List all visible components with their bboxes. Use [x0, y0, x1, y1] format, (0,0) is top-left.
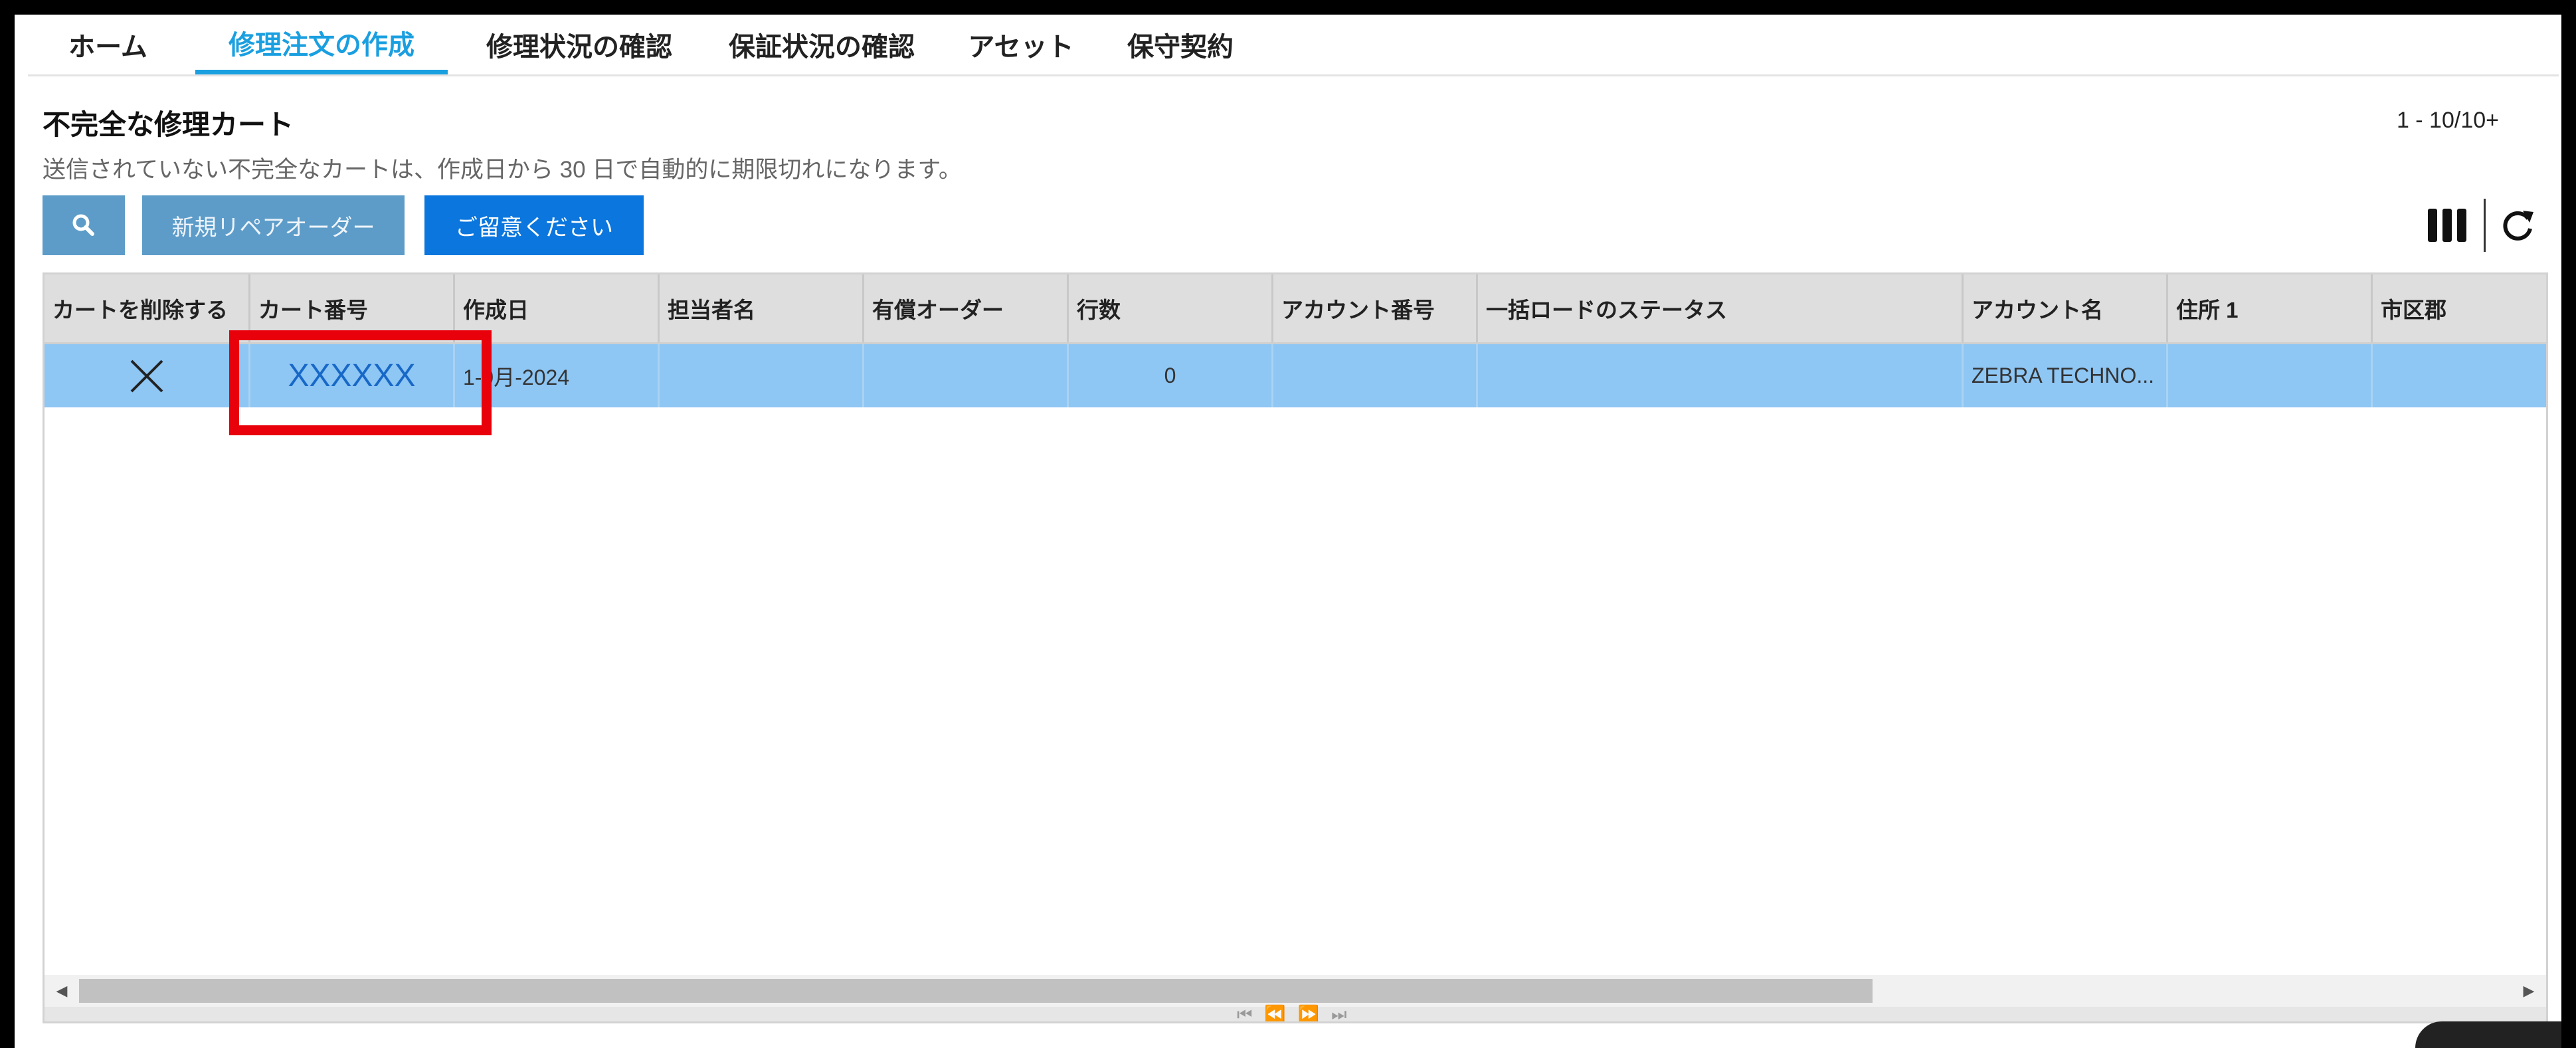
delete-cart-button[interactable]: [45, 344, 250, 407]
paging-info: 1 - 10/10+: [2396, 108, 2499, 133]
cart-number-cell: XXXXXX: [250, 344, 455, 407]
contact-name-cell: [660, 344, 864, 407]
col-city[interactable]: 市区郡: [2373, 274, 2546, 342]
pager-bar: ⏮⏪⏩⏭: [45, 1005, 2546, 1021]
corner-decoration: [2415, 1021, 2561, 1048]
col-created-date[interactable]: 作成日: [455, 274, 660, 342]
tab-assets[interactable]: アセット: [955, 15, 1087, 74]
close-icon: [130, 360, 163, 392]
tab-create-repair-order[interactable]: 修理注文の作成: [195, 15, 448, 74]
app-frame: ホーム 修理注文の作成 修理状況の確認 保証状況の確認 アセット 保守契約 不完…: [15, 15, 2561, 1048]
col-account-number[interactable]: アカウント番号: [1273, 274, 1478, 342]
col-delete-cart[interactable]: カートを削除する: [45, 274, 250, 342]
columns-icon[interactable]: [2428, 209, 2466, 242]
tab-repair-status[interactable]: 修理状況の確認: [470, 15, 689, 74]
col-contact-name[interactable]: 担当者名: [660, 274, 864, 342]
account-name-cell: ZEBRA TECHNO...: [1964, 344, 2168, 407]
created-date-cell: 1-9月-2024: [455, 344, 660, 407]
cart-grid: カートを削除する カート番号 作成日 担当者名 有償オーダー 行数 アカウント番…: [43, 272, 2548, 1023]
tab-maintenance-contract[interactable]: 保守契約: [1111, 15, 1250, 74]
page-subtitle: 送信されていない不完全なカートは、作成日から 30 日で自動的に期限切れになりま…: [43, 157, 962, 183]
new-repair-order-button[interactable]: 新規リペアオーダー: [142, 195, 405, 255]
search-button[interactable]: [43, 195, 125, 255]
col-cart-number[interactable]: カート番号: [250, 274, 455, 342]
table-row[interactable]: XXXXXX 1-9月-2024 0 ZEBRA TECHNO...: [45, 344, 2546, 407]
notice-button[interactable]: ご留意ください: [424, 195, 644, 255]
line-count-cell: 0: [1069, 344, 1273, 407]
scroll-right-icon[interactable]: ▶: [2517, 979, 2541, 1003]
address1-cell: [2168, 344, 2373, 407]
search-icon: [72, 214, 94, 236]
tool-divider: [2484, 199, 2486, 252]
tab-warranty-status[interactable]: 保証状況の確認: [712, 15, 931, 74]
tab-home[interactable]: ホーム: [60, 15, 156, 74]
grid-header: カートを削除する カート番号 作成日 担当者名 有償オーダー 行数 アカウント番…: [45, 274, 2546, 344]
col-account-name[interactable]: アカウント名: [1964, 274, 2168, 342]
col-address1[interactable]: 住所 1: [2168, 274, 2373, 342]
account-number-cell: [1273, 344, 1478, 407]
bulk-status-cell: [1478, 344, 1964, 407]
horizontal-scrollbar[interactable]: ◀ ▶: [45, 975, 2546, 1007]
refresh-icon[interactable]: [2499, 207, 2536, 244]
scrollbar-thumb[interactable]: [79, 979, 1873, 1003]
col-paid-order[interactable]: 有償オーダー: [864, 274, 1069, 342]
page-title: 不完全な修理カート: [43, 109, 294, 140]
col-line-count[interactable]: 行数: [1069, 274, 1273, 342]
col-bulk-load-status[interactable]: 一括ロードのステータス: [1478, 274, 1964, 342]
pager-icons[interactable]: ⏮⏪⏩⏭: [1237, 1005, 1359, 1021]
paid-order-cell: [864, 344, 1069, 407]
city-cell: [2373, 344, 2546, 407]
grid-tools: [2428, 199, 2536, 252]
scroll-left-icon[interactable]: ◀: [50, 979, 74, 1003]
cart-number-link[interactable]: XXXXXX: [288, 358, 415, 394]
top-nav: ホーム 修理注文の作成 修理状況の確認 保証状況の確認 アセット 保守契約: [28, 15, 2559, 76]
